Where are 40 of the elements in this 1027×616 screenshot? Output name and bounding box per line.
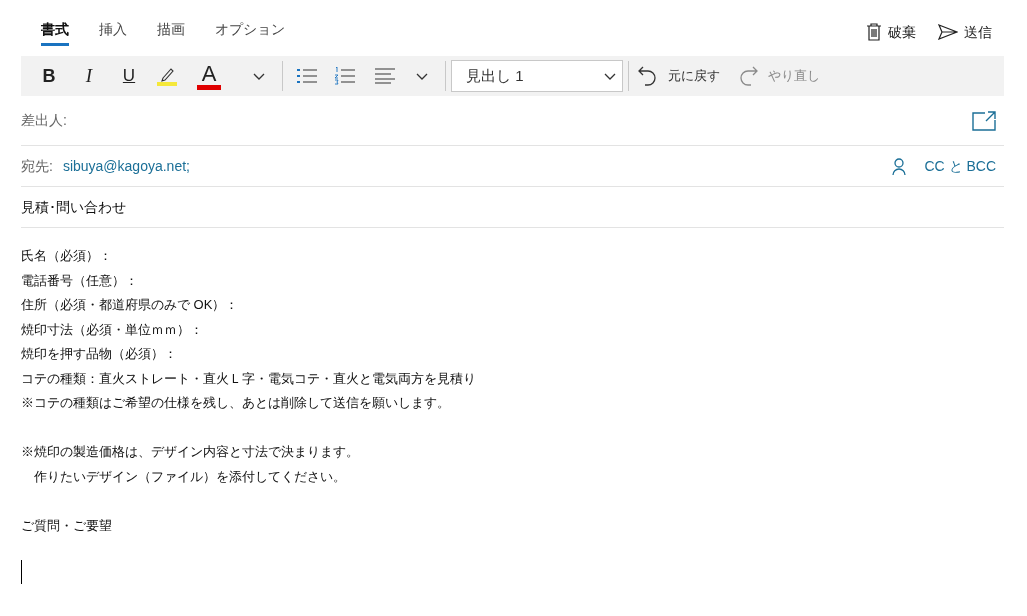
redo-icon xyxy=(738,66,758,86)
body-text-line: コテの種類：直火ストレート・直火Ｌ字・電気コテ・直火と電気両方を見積り xyxy=(21,369,477,388)
tab[interactable]: オプション xyxy=(215,18,285,46)
heading-style-dropdown[interactable]: 見出し 1 xyxy=(451,60,623,92)
recipient[interactable]: sibuya@kagoya.net; xyxy=(62,155,190,177)
body-text-line: ※コテの種類はご希望の仕様を残し、あとは削除して送信を願いします。 xyxy=(21,394,451,412)
body-text-line: 焼印寸法（必須・単位ｍｍ）： xyxy=(21,320,204,339)
font-color-button[interactable]: A xyxy=(189,60,229,92)
body-text-line: 氏名（必須）： xyxy=(21,247,113,265)
numbered-list-icon xyxy=(335,67,355,85)
body-text-line: ご質問・ご要望 xyxy=(21,516,113,535)
tab[interactable]: 挿入 xyxy=(99,18,127,46)
tab[interactable]: 描画 xyxy=(157,18,185,46)
align-left-icon xyxy=(375,68,395,84)
tab[interactable]: 書式 xyxy=(41,18,69,46)
trash-icon xyxy=(866,23,882,41)
discard-button[interactable]: 破棄 xyxy=(866,21,916,43)
undo-button[interactable]: 元に戻す xyxy=(634,60,724,92)
body-text-line: 電話番号（任意）： xyxy=(21,271,139,290)
italic-button[interactable]: I xyxy=(71,60,107,92)
send-icon xyxy=(938,24,958,40)
chevron-icon xyxy=(416,72,428,80)
body-text-line: ※焼印の製造価格は、デザイン内容と寸法で決まります。 xyxy=(21,443,360,461)
body-text-line: 作りたいデザイン（ファイル）を添付してください。 xyxy=(33,467,347,486)
subject-field[interactable]: 見積･問い合わせ xyxy=(21,196,126,218)
person-icon xyxy=(892,157,907,175)
send-button[interactable]: 送信 xyxy=(938,21,992,43)
from-label: 差出人: xyxy=(21,111,67,130)
bold-button[interactable]: B xyxy=(31,60,67,92)
text-cursor xyxy=(21,560,22,584)
popout-icon[interactable] xyxy=(972,110,996,131)
body-text-line: 住所（必須・都道府県のみで OK）： xyxy=(21,296,240,314)
body-text-line: 焼印を押す品物（必須）： xyxy=(21,345,178,363)
underline-button[interactable]: U xyxy=(111,60,147,92)
bullet-list-icon xyxy=(297,68,317,84)
chevron-icon xyxy=(604,72,616,80)
cc-bcc-button[interactable]: CC と BCC xyxy=(892,155,996,177)
chevron-icon xyxy=(253,72,265,80)
to-label: 宛先: xyxy=(21,156,53,176)
undo-icon xyxy=(638,66,658,86)
